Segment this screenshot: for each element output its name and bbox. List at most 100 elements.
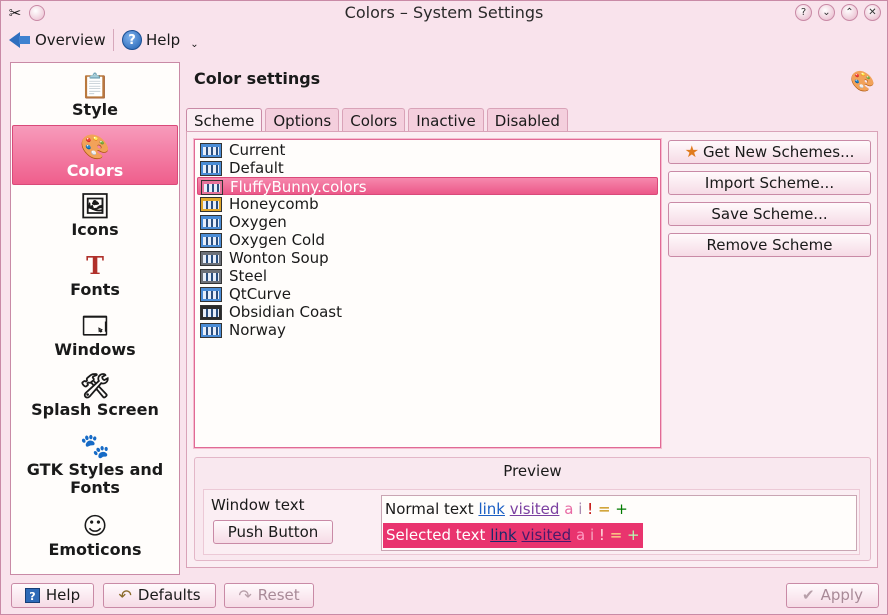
defaults-button[interactable]: ↶ Defaults: [103, 583, 216, 608]
emoticons-icon: ☺: [82, 512, 108, 540]
splash-screen-icon: 🛠: [79, 372, 111, 400]
remove-scheme-button[interactable]: Remove Scheme: [668, 233, 871, 257]
list-item-label: Oxygen: [229, 213, 287, 231]
colors-icon: 🎨: [850, 69, 875, 93]
list-item[interactable]: Wonton Soup: [197, 249, 658, 267]
preview-positive: +: [627, 526, 640, 544]
fonts-icon: T: [86, 251, 104, 280]
preview-visited: visited: [521, 526, 572, 544]
color-scheme-icon: [200, 197, 222, 212]
tab-scheme[interactable]: Scheme: [186, 108, 263, 133]
list-item[interactable]: QtCurve: [197, 285, 658, 303]
color-scheme-icon: [200, 251, 222, 266]
list-item[interactable]: Steel: [197, 267, 658, 285]
save-scheme-button[interactable]: Save Scheme...: [668, 202, 871, 226]
preview-neutral: =: [597, 500, 611, 518]
preview-window-text: Window text: [211, 496, 305, 514]
list-item[interactable]: Obsidian Coast: [197, 303, 658, 321]
import-scheme-button[interactable]: Import Scheme...: [668, 171, 871, 195]
tab-colors[interactable]: Colors: [342, 108, 406, 132]
tab-options[interactable]: Options: [265, 108, 340, 132]
close-button[interactable]: ✕: [864, 4, 881, 21]
system-settings-window: ✂ Colors – System Settings ? ⌄ ⌃ ✕ Overv…: [0, 0, 888, 615]
window-controls: ? ⌄ ⌃ ✕: [795, 4, 881, 21]
style-icon: 📋: [80, 72, 110, 100]
sidebar-item-icons[interactable]: 🖼 Icons: [12, 185, 178, 245]
selected-text: Selected text: [386, 526, 486, 544]
list-item-label: QtCurve: [229, 285, 291, 303]
maximize-button[interactable]: ⌃: [841, 4, 858, 21]
overview-button[interactable]: Overview: [9, 27, 106, 53]
preview-negative: !: [598, 526, 605, 544]
help-icon: ?: [122, 30, 142, 50]
sidebar-item-label: Windows: [54, 340, 136, 359]
page-title: Color settings: [194, 69, 321, 88]
preview-inactive: i: [589, 526, 595, 544]
preview-push-button[interactable]: Push Button: [213, 520, 333, 544]
help-label: Help: [146, 31, 181, 49]
color-scheme-icon: [200, 161, 222, 176]
reset-icon: ↷: [238, 586, 252, 605]
list-item[interactable]: Honeycomb: [197, 195, 658, 213]
star-icon: ★: [684, 142, 699, 161]
preview-negative: !: [587, 500, 594, 518]
color-scheme-icon: [200, 323, 222, 338]
list-item[interactable]: Current: [197, 141, 658, 159]
list-item-label: Wonton Soup: [229, 249, 329, 267]
sidebar: 📋 Style 🎨 Colors 🖼 Icons T Fonts 🗔 Windo…: [10, 62, 180, 575]
sidebar-item-label: Colors: [66, 161, 124, 180]
list-item-selected[interactable]: FluffyBunny.colors: [197, 177, 658, 196]
gtk-icon: 🐾: [80, 432, 110, 460]
chevron-down-icon: ⌄: [190, 38, 199, 50]
sidebar-item-fonts[interactable]: T Fonts: [12, 245, 178, 305]
help-button-label: Help: [45, 586, 81, 604]
list-item[interactable]: Default: [197, 159, 658, 177]
list-item[interactable]: Norway: [197, 321, 658, 339]
reset-button[interactable]: ↷ Reset: [224, 583, 314, 608]
sidebar-item-label: Emoticons: [48, 540, 142, 559]
tab-disabled[interactable]: Disabled: [486, 108, 568, 132]
window-title: Colors – System Settings: [344, 3, 544, 22]
preview-title: Preview: [503, 462, 562, 480]
sidebar-item-colors[interactable]: 🎨 Colors: [12, 125, 178, 185]
sidebar-item-gtk-styles[interactable]: 🐾 GTK Styles and Fonts: [12, 425, 178, 505]
overview-label: Overview: [35, 31, 106, 49]
color-scheme-icon: [200, 269, 222, 284]
preview-view: Normal text link visited a i ! = + Selec…: [381, 495, 857, 551]
colors-icon: 🎨: [80, 133, 110, 161]
get-new-schemes-label: Get New Schemes...: [702, 143, 855, 161]
windows-icon: 🗔: [81, 312, 109, 340]
sidebar-item-emoticons[interactable]: ☺ Emoticons: [12, 505, 178, 565]
check-icon: ✔: [802, 586, 815, 604]
help-button[interactable]: ? Help: [11, 583, 94, 608]
context-help-button[interactable]: ?: [795, 4, 812, 21]
sidebar-item-windows[interactable]: 🗔 Windows: [12, 305, 178, 365]
preview-neutral: =: [609, 526, 623, 544]
list-item-label: Current: [229, 141, 286, 159]
minimize-button[interactable]: ⌄: [818, 4, 835, 21]
preview-visited: visited: [509, 500, 560, 518]
sidebar-item-splash-screen[interactable]: 🛠 Splash Screen: [12, 365, 178, 425]
list-item-label: Default: [229, 159, 284, 177]
preview-group: Preview Window text Push Button Normal t…: [194, 457, 871, 561]
preview-link: link: [478, 500, 505, 518]
scheme-list[interactable]: Current Default FluffyBunny.colors Honey…: [194, 139, 661, 448]
apply-button[interactable]: ✔ Apply: [786, 583, 879, 608]
list-item[interactable]: Oxygen Cold: [197, 231, 658, 249]
toolbar: Overview ? Help ⌄: [1, 27, 887, 55]
defaults-button-label: Defaults: [137, 586, 201, 604]
tab-inactive[interactable]: Inactive: [408, 108, 484, 132]
preview-window: Window text Push Button Normal text link…: [203, 489, 860, 555]
color-scheme-icon: [200, 233, 222, 248]
list-item-label: Norway: [229, 321, 286, 339]
help-menu-button[interactable]: ? Help ⌄: [122, 27, 199, 53]
get-new-schemes-button[interactable]: ★ Get New Schemes...: [668, 140, 871, 164]
sidebar-item-style[interactable]: 📋 Style: [12, 65, 178, 125]
list-item[interactable]: Oxygen: [197, 213, 658, 231]
preview-link: link: [490, 526, 517, 544]
preview-active: a: [575, 526, 586, 544]
list-item-label: Honeycomb: [229, 195, 319, 213]
sidebar-item-label: Icons: [71, 220, 119, 239]
color-scheme-icon: [200, 305, 222, 320]
list-item-label: FluffyBunny.colors: [230, 178, 367, 196]
